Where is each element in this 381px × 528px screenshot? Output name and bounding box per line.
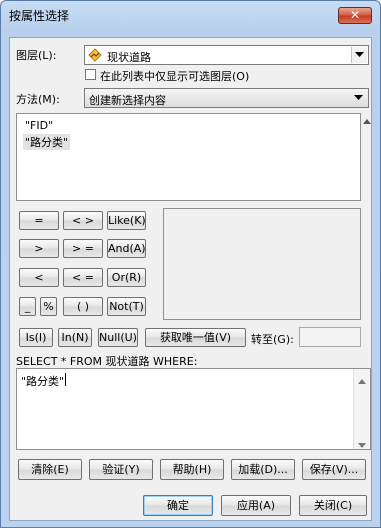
- is-button[interactable]: Is(I): [19, 328, 53, 347]
- field-item-fid[interactable]: "FID": [23, 119, 55, 132]
- where-scrollbar[interactable]: [353, 369, 370, 449]
- verify-button[interactable]: 验证(Y): [89, 459, 153, 480]
- or-button[interactable]: Or(R): [107, 268, 146, 287]
- line-layer-icon: [88, 48, 102, 62]
- percent-button[interactable]: %: [40, 297, 57, 316]
- parentheses-button[interactable]: ( ): [63, 297, 103, 316]
- greater-than-button[interactable]: >: [19, 239, 59, 258]
- save-button[interactable]: 保存(V)...: [302, 459, 366, 480]
- close-button[interactable]: 关闭(C): [299, 495, 367, 516]
- greater-equal-button[interactable]: > =: [63, 239, 103, 258]
- title-bar[interactable]: 按属性选择 ✕: [1, 1, 380, 29]
- layer-label: 图层(L):: [16, 49, 57, 62]
- layer-value: 现状道路: [107, 51, 151, 64]
- help-button[interactable]: 帮助(H): [160, 459, 224, 480]
- and-button[interactable]: And(A): [107, 239, 146, 258]
- where-clause-text: "路分类": [21, 375, 65, 388]
- scroll-up-icon[interactable]: [358, 374, 366, 384]
- where-clause-input[interactable]: "路分类": [16, 368, 371, 450]
- ok-button[interactable]: 确定: [143, 495, 213, 516]
- goto-input[interactable]: [299, 327, 361, 347]
- load-button[interactable]: 加载(D)...: [231, 459, 295, 480]
- not-equal-button[interactable]: < >: [63, 211, 103, 230]
- like-button[interactable]: Like(K): [107, 211, 146, 230]
- dialog-body: 图层(L): 现状道路 在此列表中仅显示可选图层(O) 方法(M): 创建新选择…: [9, 37, 372, 521]
- only-selectable-label: 在此列表中仅显示可选图层(O): [100, 70, 250, 83]
- underscore-button[interactable]: _: [19, 297, 36, 316]
- only-selectable-checkbox[interactable]: [85, 69, 96, 80]
- select-by-attributes-dialog: 按属性选择 ✕ 图层(L): 现状道路 在此列表中仅显示可选图层(O) 方法(M…: [0, 0, 381, 528]
- chevron-up-icon[interactable]: [363, 114, 371, 124]
- field-item-road-class[interactable]: "路分类": [23, 134, 71, 150]
- where-clause-label: SELECT * FROM 现状道路 WHERE:: [16, 355, 198, 368]
- method-label: 方法(M):: [16, 93, 60, 106]
- chevron-down-icon[interactable]: [351, 47, 367, 63]
- less-than-button[interactable]: <: [19, 268, 59, 287]
- chevron-down-icon[interactable]: [351, 90, 367, 106]
- not-button[interactable]: Not(T): [107, 297, 146, 316]
- method-dropdown[interactable]: 创建新选择内容: [84, 88, 369, 108]
- scroll-down-icon[interactable]: [358, 438, 366, 448]
- get-unique-values-button[interactable]: 获取唯一值(V): [145, 328, 246, 347]
- less-equal-button[interactable]: < =: [63, 268, 103, 287]
- layer-dropdown[interactable]: 现状道路: [84, 45, 369, 65]
- null-button[interactable]: Null(U): [98, 328, 138, 347]
- method-value: 创建新选择内容: [89, 94, 166, 107]
- unique-values-list[interactable]: [163, 208, 361, 320]
- field-list[interactable]: "FID" "路分类": [16, 113, 361, 201]
- clear-button[interactable]: 清除(E): [18, 459, 82, 480]
- apply-button[interactable]: 应用(A): [221, 495, 291, 516]
- window-title: 按属性选择: [9, 9, 70, 23]
- text-cursor: [65, 373, 66, 386]
- in-button[interactable]: In(N): [58, 328, 92, 347]
- goto-label: 转至(G):: [251, 333, 294, 346]
- equals-button[interactable]: =: [19, 211, 59, 230]
- close-window-button[interactable]: ✕: [338, 7, 372, 24]
